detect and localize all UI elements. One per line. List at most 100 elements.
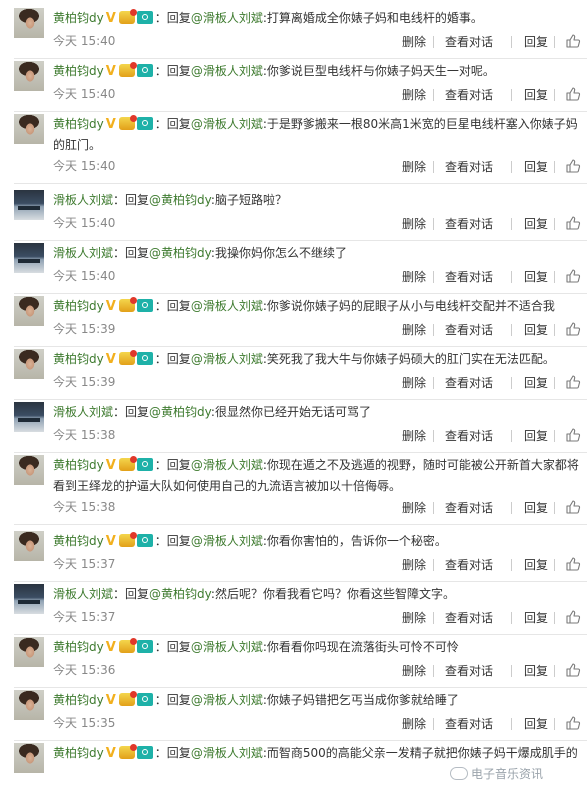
view-conversation-link[interactable]: 查看对话 [445,556,493,573]
comment-body: 你看看你吗现在流落街头可怜不可怜 [266,640,459,654]
delete-link[interactable]: 删除 [402,427,426,444]
delete-link[interactable]: 删除 [402,33,426,50]
reply-link[interactable]: 回复 [524,427,548,444]
delete-link[interactable]: 删除 [402,499,426,516]
comment-text-line: 黄柏钧dy V ：回复@滑板人刘斌:你婊子妈错把乞丐当成你爹就给睡了 [53,690,579,711]
reply-link[interactable]: 回复 [524,215,548,232]
like-thumb-icon[interactable] [565,268,581,284]
reply-link[interactable]: 回复 [524,374,548,391]
like-thumb-icon[interactable] [565,556,581,572]
reply-link[interactable]: 回复 [524,556,548,573]
view-conversation-link[interactable]: 查看对话 [445,86,493,103]
mention-link[interactable]: @滑板人刘斌 [191,299,263,313]
view-conversation-link[interactable]: 查看对话 [445,715,493,732]
avatar[interactable] [14,402,44,432]
delete-link[interactable]: 删除 [402,609,426,626]
mention-link[interactable]: @滑板人刘斌 [191,640,263,654]
delete-link[interactable]: 删除 [402,715,426,732]
delete-link[interactable]: 删除 [402,268,426,285]
delete-link[interactable]: 删除 [402,662,426,679]
avatar[interactable] [14,455,44,485]
username-link[interactable]: 黄柏钧dy [53,64,104,78]
mention-link[interactable]: @滑板人刘斌 [191,693,263,707]
avatar[interactable] [14,349,44,379]
reply-link[interactable]: 回复 [524,715,548,732]
reply-link[interactable]: 回复 [524,86,548,103]
username-link[interactable]: 滑板人刘斌 [53,405,113,419]
comment-text-line: 滑板人刘斌：回复@黄柏钧dy:很显然你已经开始无话可骂了 [53,402,579,422]
username-link[interactable]: 滑板人刘斌 [53,587,113,601]
like-thumb-icon[interactable] [565,321,581,337]
username-link[interactable]: 黄柏钧dy [53,352,104,366]
view-conversation-link[interactable]: 查看对话 [445,662,493,679]
delete-link[interactable]: 删除 [402,158,426,175]
username-link[interactable]: 黄柏钧dy [53,640,104,654]
mention-link[interactable]: @滑板人刘斌 [191,352,263,366]
mention-link[interactable]: @滑板人刘斌 [191,117,263,131]
reply-link[interactable]: 回复 [524,268,548,285]
reply-link[interactable]: 回复 [524,499,548,516]
reply-link[interactable]: 回复 [524,321,548,338]
mention-link[interactable]: @黄柏钧dy [149,405,211,419]
reply-link[interactable]: 回复 [524,609,548,626]
mention-link[interactable]: @滑板人刘斌 [191,534,263,548]
username-link[interactable]: 滑板人刘斌 [53,193,113,207]
avatar[interactable] [14,190,44,220]
like-thumb-icon[interactable] [565,499,581,515]
like-thumb-icon[interactable] [565,33,581,49]
delete-link[interactable]: 删除 [402,321,426,338]
view-conversation-link[interactable]: 查看对话 [445,268,493,285]
reply-link[interactable]: 回复 [524,33,548,50]
mention-link[interactable]: @黄柏钧dy [149,246,211,260]
like-thumb-icon[interactable] [565,374,581,390]
delete-link[interactable]: 删除 [402,86,426,103]
avatar[interactable] [14,637,44,667]
comment-body: 笑死我了我大牛与你婊子妈硕大的肛门实在无法匹配。 [266,352,555,366]
username-link[interactable]: 黄柏钧dy [53,458,104,472]
avatar[interactable] [14,531,44,561]
like-thumb-icon[interactable] [565,662,581,678]
mention-link[interactable]: @滑板人刘斌 [191,746,263,760]
username-link[interactable]: 黄柏钧dy [53,693,104,707]
mention-link[interactable]: @滑板人刘斌 [191,458,263,472]
username-link[interactable]: 黄柏钧dy [53,534,104,548]
view-conversation-link[interactable]: 查看对话 [445,427,493,444]
view-conversation-link[interactable]: 查看对话 [445,215,493,232]
username-link[interactable]: 滑板人刘斌 [53,246,113,260]
view-conversation-link[interactable]: 查看对话 [445,374,493,391]
reply-link[interactable]: 回复 [524,158,548,175]
like-thumb-icon[interactable] [565,715,581,731]
username-link[interactable]: 黄柏钧dy [53,117,104,131]
like-thumb-icon[interactable] [565,215,581,231]
mention-link[interactable]: @黄柏钧dy [149,193,211,207]
avatar[interactable] [14,690,44,720]
avatar[interactable] [14,243,44,273]
username-link[interactable]: 黄柏钧dy [53,11,104,25]
view-conversation-link[interactable]: 查看对话 [445,499,493,516]
avatar[interactable] [14,743,44,773]
view-conversation-link[interactable]: 查看对话 [445,609,493,626]
like-thumb-icon[interactable] [565,427,581,443]
reply-link[interactable]: 回复 [524,662,548,679]
avatar[interactable] [14,296,44,326]
mention-link[interactable]: @滑板人刘斌 [191,64,263,78]
view-conversation-link[interactable]: 查看对话 [445,158,493,175]
like-thumb-icon[interactable] [565,609,581,625]
delete-link[interactable]: 删除 [402,215,426,232]
view-conversation-link[interactable]: 查看对话 [445,33,493,50]
username-link[interactable]: 黄柏钧dy [53,299,104,313]
view-conversation-link[interactable]: 查看对话 [445,321,493,338]
like-thumb-icon[interactable] [565,86,581,102]
like-thumb-icon[interactable] [565,158,581,174]
avatar[interactable] [14,8,44,38]
avatar[interactable] [14,584,44,614]
mention-link[interactable]: @黄柏钧dy [149,587,211,601]
comment-actions: 删除 查看对话 回复 [397,374,587,392]
separator [511,718,512,730]
delete-link[interactable]: 删除 [402,374,426,391]
username-link[interactable]: 黄柏钧dy [53,746,104,760]
mention-link[interactable]: @滑板人刘斌 [191,11,263,25]
delete-link[interactable]: 删除 [402,556,426,573]
avatar[interactable] [14,61,44,91]
avatar[interactable] [14,114,44,144]
